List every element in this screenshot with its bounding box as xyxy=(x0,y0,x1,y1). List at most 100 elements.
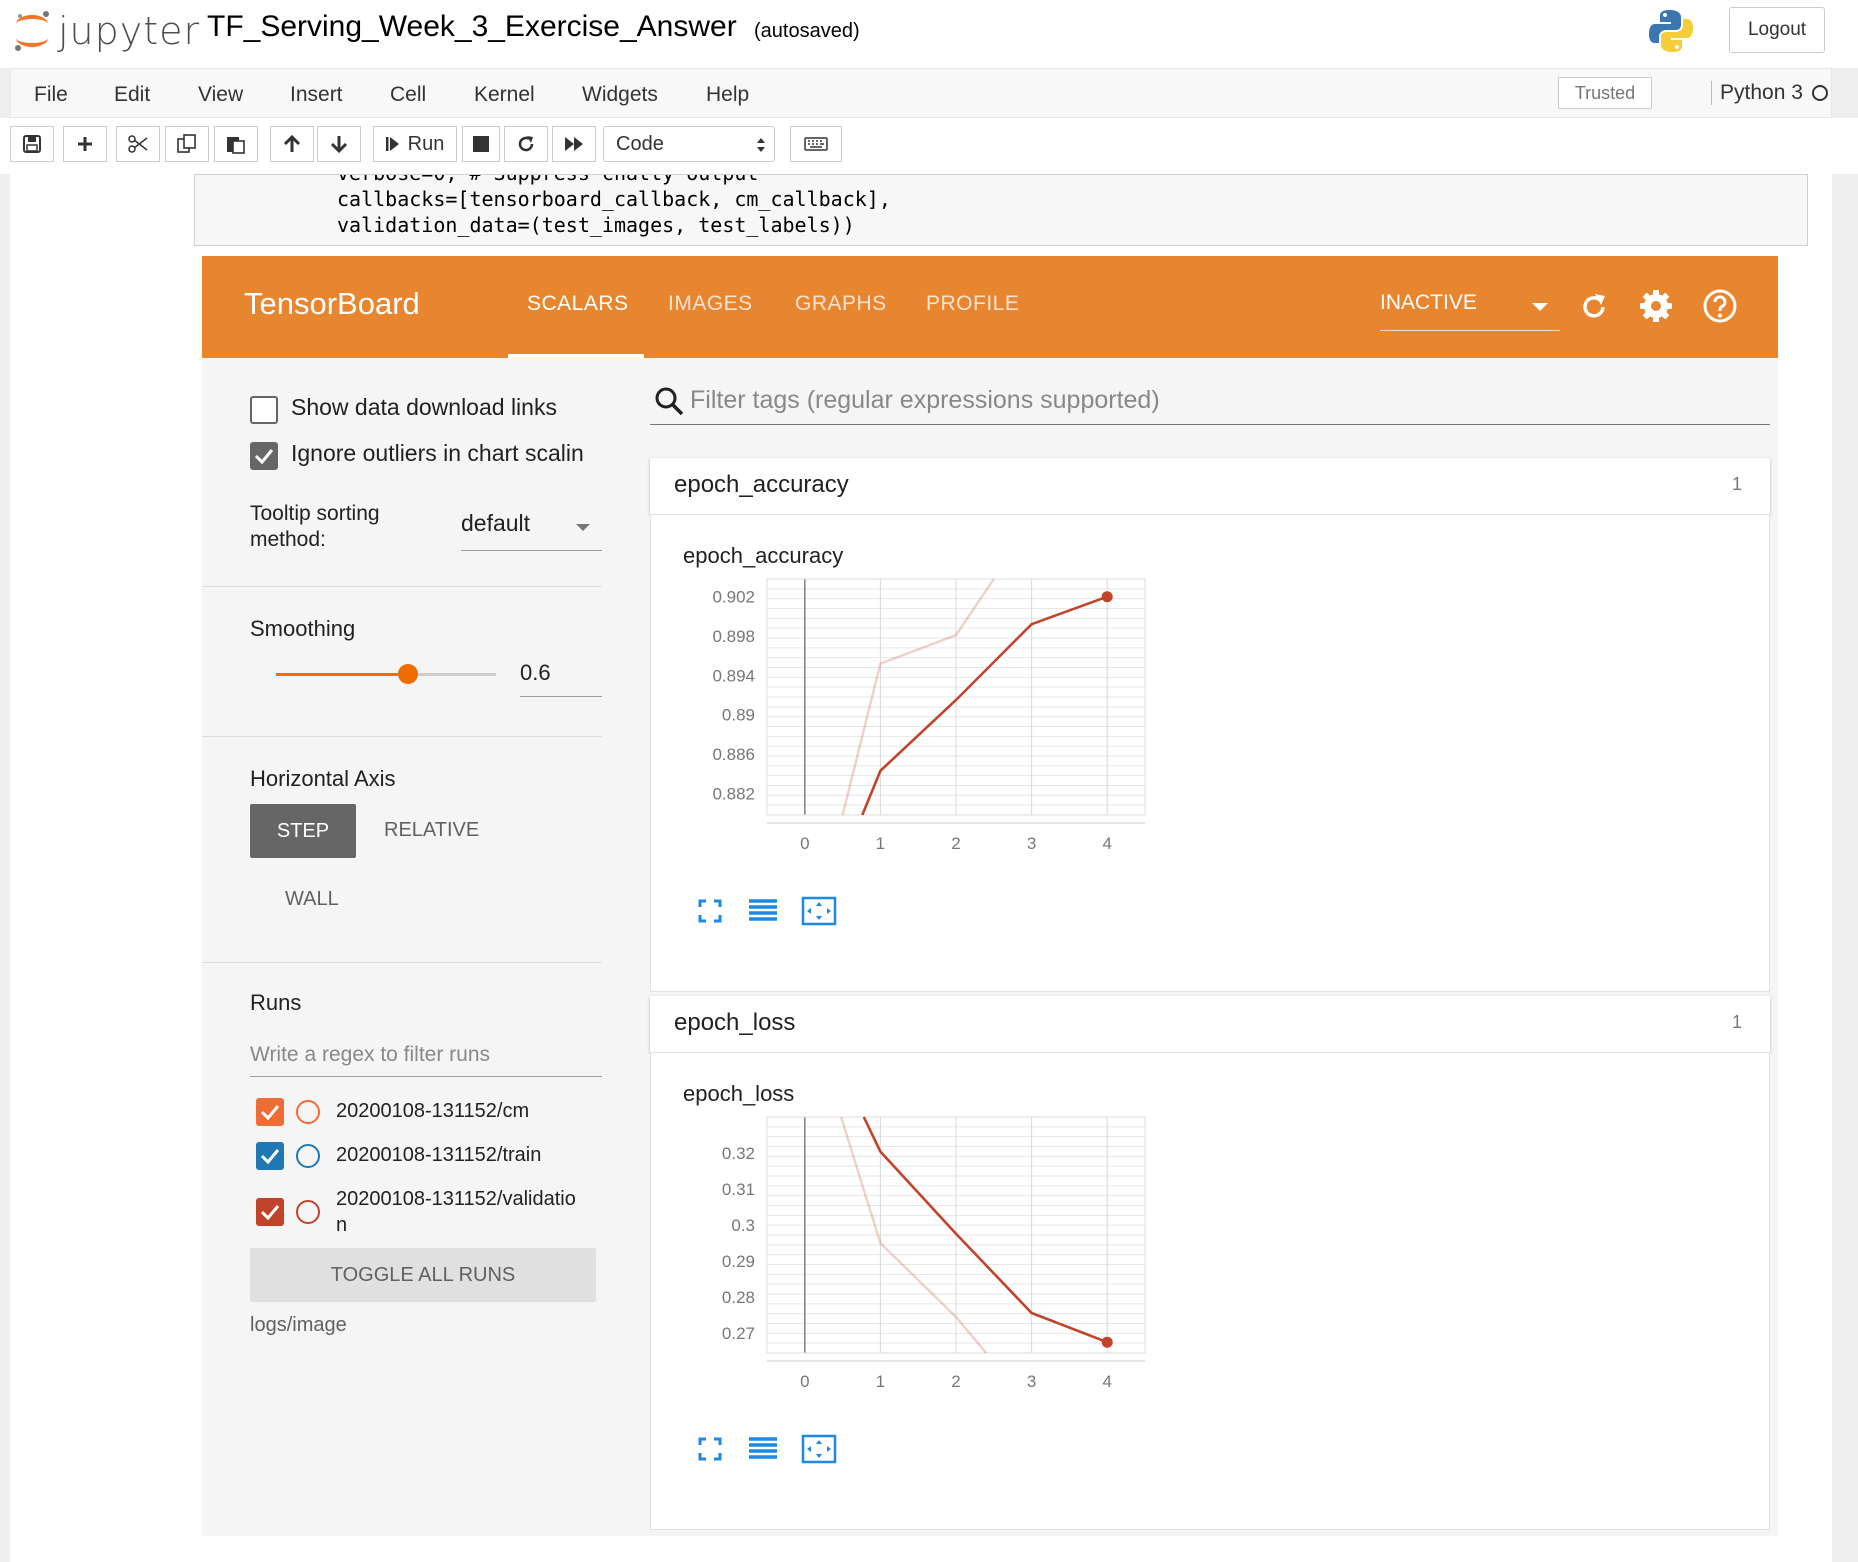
autosave-status: (autosaved) xyxy=(754,20,860,42)
y-tick-label: 0.29 xyxy=(722,1252,755,1271)
reload-icon[interactable] xyxy=(1577,290,1611,324)
data-list-icon[interactable] xyxy=(747,896,779,926)
axis-relative-button[interactable]: RELATIVE xyxy=(384,819,479,842)
y-tick-label: 0.28 xyxy=(722,1288,755,1307)
show-download-links-checkbox[interactable] xyxy=(250,396,278,424)
axis-wall-button[interactable]: WALL xyxy=(285,888,339,911)
expand-icon[interactable] xyxy=(695,1434,725,1464)
card-header-loss[interactable]: epoch_loss 1 xyxy=(650,996,1770,1052)
accuracy-chart[interactable]: 0.902 0.898 0.894 0.89 0.886 0.882 0 1 2 3 4 xyxy=(671,575,1171,875)
run-label: Run xyxy=(407,132,445,155)
menu-edit[interactable]: Edit xyxy=(114,83,150,107)
run-name-validation: 20200108-131152/validatio xyxy=(336,1188,576,1210)
sidebar-divider xyxy=(202,962,602,963)
menu-file[interactable]: File xyxy=(34,83,68,107)
x-tick-label: 0 xyxy=(800,834,809,853)
checkmark-icon xyxy=(254,449,274,465)
move-up-button[interactable] xyxy=(270,126,314,162)
tab-scalars[interactable]: SCALARS xyxy=(527,292,629,316)
runs-filter-input[interactable]: Write a regex to filter runs xyxy=(250,1043,490,1067)
ignore-outliers-checkbox[interactable] xyxy=(250,442,278,470)
restart-run-all-button[interactable] xyxy=(552,126,596,162)
save-icon xyxy=(23,135,41,153)
fit-domain-icon[interactable] xyxy=(801,1433,837,1465)
run-checkbox-validation[interactable] xyxy=(256,1198,284,1226)
command-palette-button[interactable] xyxy=(790,126,842,162)
move-down-button[interactable] xyxy=(317,126,361,162)
toggle-all-runs-button[interactable]: TOGGLE ALL RUNS xyxy=(250,1248,596,1302)
copy-button[interactable] xyxy=(165,126,209,162)
tooltip-sorting-label: Tooltip sorting xyxy=(250,502,380,525)
menu-kernel[interactable]: Kernel xyxy=(474,83,535,107)
run-checkbox-cm[interactable] xyxy=(256,1098,284,1126)
tab-graphs[interactable]: GRAPHS xyxy=(795,292,887,316)
checkmark-icon xyxy=(260,1149,280,1165)
chart-controls-loss xyxy=(695,1433,837,1465)
show-download-links-label: Show data download links xyxy=(291,394,557,420)
filter-tags-input[interactable]: Filter tags (regular expressions support… xyxy=(690,386,1160,415)
tab-profile[interactable]: PROFILE xyxy=(926,292,1019,316)
run-name-cm: 20200108-131152/cm xyxy=(336,1100,530,1122)
run-checkbox-train[interactable] xyxy=(256,1142,284,1170)
chart-title-accuracy: epoch_accuracy xyxy=(683,543,844,568)
tab-images[interactable]: IMAGES xyxy=(668,292,753,316)
restart-button[interactable] xyxy=(504,126,548,162)
data-list-icon[interactable] xyxy=(747,1434,779,1464)
horizontal-axis-label: Horizontal Axis xyxy=(250,766,396,791)
smoothing-slider-thumb[interactable] xyxy=(398,664,418,684)
help-icon[interactable] xyxy=(1702,288,1738,324)
logout-button[interactable]: Logout xyxy=(1729,7,1825,53)
cut-button[interactable] xyxy=(116,126,160,162)
runs-filter-underline xyxy=(250,1076,602,1077)
tensorboard-brand: TensorBoard xyxy=(244,286,420,321)
ignore-outliers-label: Ignore outliers in chart scalin xyxy=(291,440,584,466)
run-button[interactable]: Run xyxy=(373,126,457,162)
cell-type-value: Code xyxy=(616,132,664,155)
cell-type-select[interactable]: Code xyxy=(603,126,775,162)
run-color-radio-validation[interactable] xyxy=(296,1200,320,1224)
fit-domain-icon[interactable] xyxy=(801,895,837,927)
settings-gear-icon[interactable] xyxy=(1638,288,1674,324)
filter-tags-underline xyxy=(650,424,1770,425)
save-button[interactable] xyxy=(10,126,54,162)
kernel-name[interactable]: Python 3 xyxy=(1711,81,1803,105)
insert-cell-button[interactable] xyxy=(63,126,107,162)
card-body-loss: epoch_loss 0.32 0.31 0.3 0.29 0.28 0.27 0 1 2 3 4 xyxy=(650,1052,1770,1530)
dropdown-caret-icon[interactable] xyxy=(575,523,591,533)
axis-step-button[interactable]: STEP xyxy=(250,804,356,858)
search-icon xyxy=(655,387,684,416)
y-tick-label: 0.882 xyxy=(712,784,755,803)
inactive-dropdown[interactable]: INACTIVE xyxy=(1380,291,1560,331)
card-count-accuracy: 1 xyxy=(1731,474,1742,494)
tooltip-sorting-value[interactable]: default xyxy=(461,510,530,537)
code-cell[interactable]: verbose=0, # Suppress chatty output call… xyxy=(194,174,1808,246)
notebook-title[interactable]: TF_Serving_Week_3_Exercise_Answer xyxy=(207,10,737,44)
trusted-indicator[interactable]: Trusted xyxy=(1558,77,1652,109)
tooltip-sorting-underline xyxy=(461,550,602,551)
code-line-3: validation_data=(test_images, test_label… xyxy=(337,213,855,237)
fast-forward-icon xyxy=(565,137,583,151)
menu-help[interactable]: Help xyxy=(706,83,749,107)
loss-chart[interactable]: 0.32 0.31 0.3 0.29 0.28 0.27 0 1 2 3 4 xyxy=(671,1113,1171,1413)
inactive-dropdown-label: INACTIVE xyxy=(1380,291,1477,314)
restart-icon xyxy=(518,136,534,152)
menu-insert[interactable]: Insert xyxy=(290,83,343,107)
card-title-accuracy: epoch_accuracy xyxy=(674,471,849,498)
paste-button[interactable] xyxy=(214,126,258,162)
dropdown-caret-icon xyxy=(1532,303,1548,311)
code-line-1: verbose=0, # Suppress chatty output xyxy=(337,175,758,185)
y-tick-label: 0.89 xyxy=(722,706,755,725)
card-header-accuracy[interactable]: epoch_accuracy 1 xyxy=(650,458,1770,514)
menu-widgets[interactable]: Widgets xyxy=(582,83,658,107)
jupyter-logo[interactable]: jupyter xyxy=(12,8,200,54)
expand-icon[interactable] xyxy=(695,896,725,926)
interrupt-button[interactable] xyxy=(462,126,500,162)
tensorboard-frame: TensorBoard SCALARS IMAGES GRAPHS PROFIL… xyxy=(202,256,1778,1536)
menu-view[interactable]: View xyxy=(198,83,243,107)
x-tick-label: 1 xyxy=(876,834,885,853)
arrow-up-icon xyxy=(283,135,301,152)
run-color-radio-cm[interactable] xyxy=(296,1100,320,1124)
run-color-radio-train[interactable] xyxy=(296,1144,320,1168)
smoothing-value[interactable]: 0.6 xyxy=(520,660,551,686)
menu-cell[interactable]: Cell xyxy=(390,83,426,107)
